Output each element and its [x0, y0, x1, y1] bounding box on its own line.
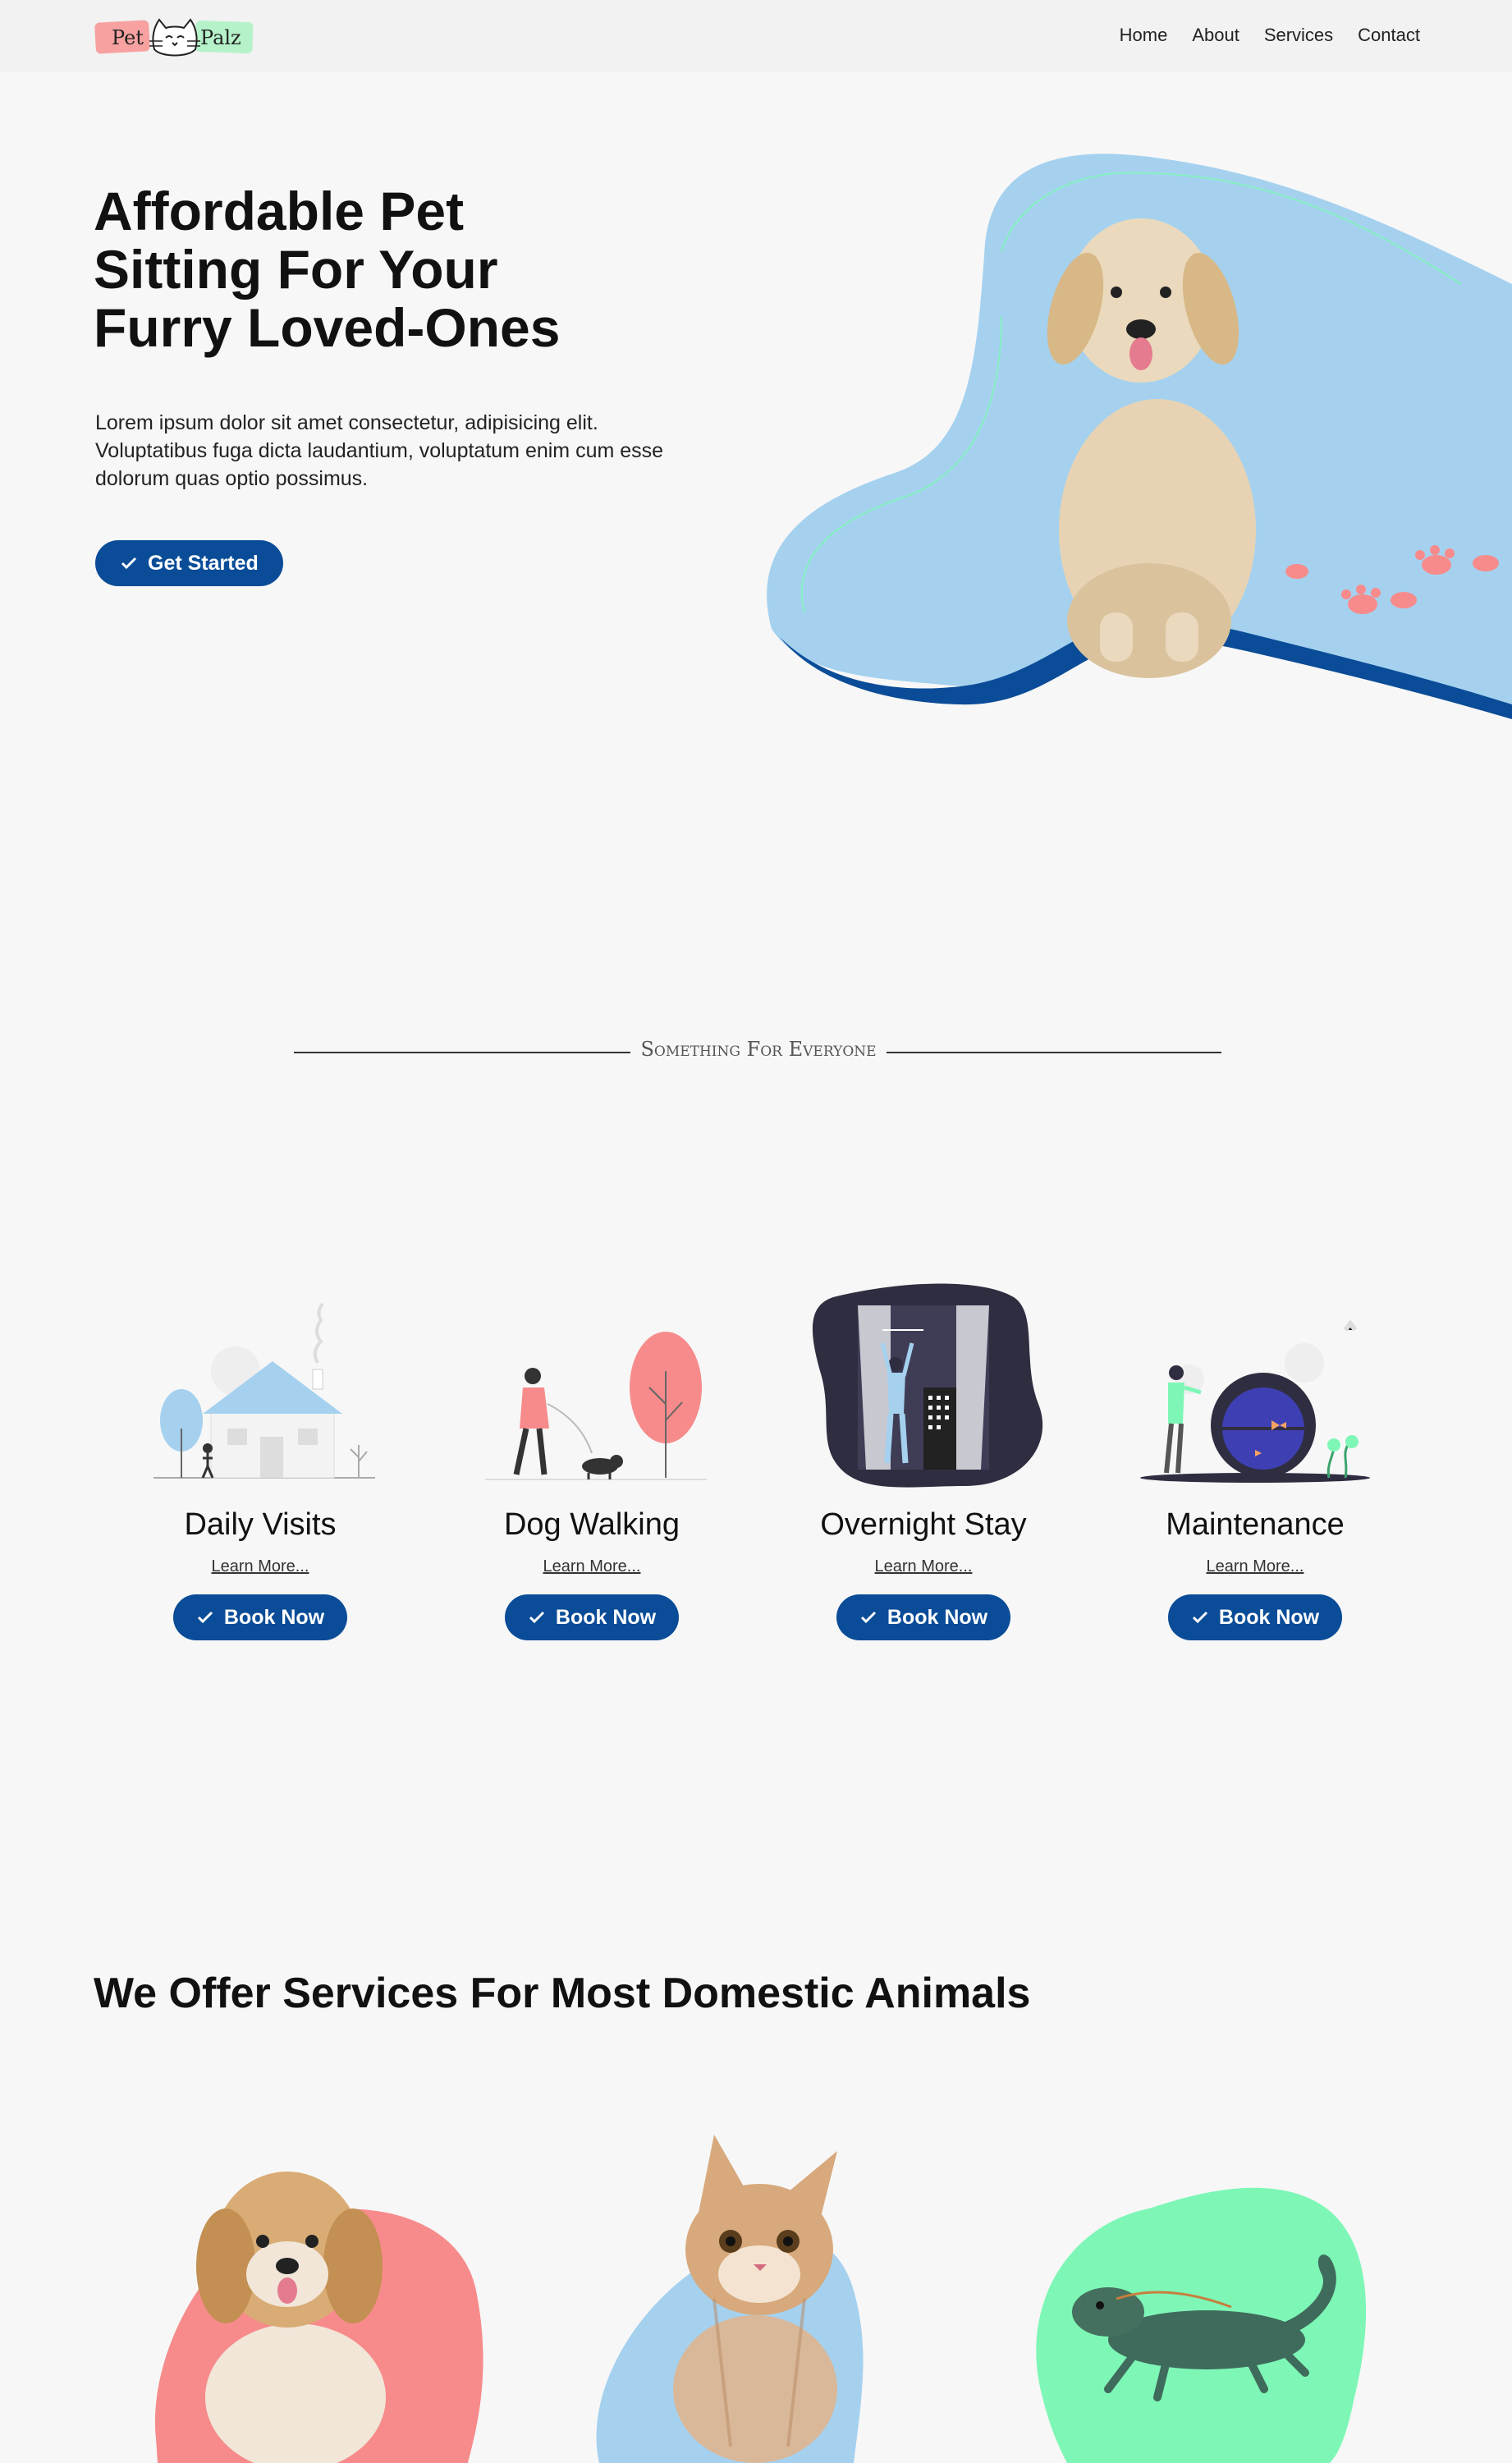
house-illustration [153, 1302, 375, 1479]
logo-text-right: Palz [200, 26, 241, 49]
service-name: Maintenance [1166, 1507, 1345, 1542]
hero-description: Lorem ipsum dolor sit amet consectetur, … [95, 411, 664, 490]
main-nav: Home About Services Contact [1120, 25, 1420, 46]
animals-section-title: We Offer Services For Most Domestic Anim… [94, 1970, 1031, 2017]
book-now-button[interactable]: Book Now [504, 1594, 680, 1640]
learn-more-link[interactable]: Learn More... [1120, 1557, 1391, 1576]
checkmark-icon [860, 1611, 876, 1624]
service-name: Overnight Stay [820, 1507, 1027, 1542]
hero-title-line-3: Furry Loved-Ones [94, 297, 561, 358]
checkmark-icon [121, 557, 137, 570]
nav-home[interactable]: Home [1120, 25, 1168, 46]
service-card-maintenance: Maintenance Learn More... Book Now [1120, 1281, 1391, 1640]
hero-title-line-2: Sitting For Your [94, 239, 498, 300]
service-card-daily-visits: Daily Visits Learn More... Book Now [125, 1281, 396, 1640]
service-card-overnight-stay: Overnight Stay Learn More... Book Now [788, 1281, 1059, 1640]
book-now-button[interactable]: Book Now [836, 1594, 1011, 1640]
book-now-label: Book Now [555, 1605, 657, 1629]
nav-services[interactable]: Services [1264, 25, 1333, 46]
night-window-illustration [812, 1283, 1043, 1488]
learn-more-link[interactable]: Learn More... [788, 1557, 1059, 1576]
checkmark-icon [197, 1611, 213, 1624]
book-now-button[interactable]: Book Now [172, 1594, 348, 1640]
service-name: Dog Walking [503, 1507, 680, 1542]
learn-more-link[interactable]: Learn More... [456, 1557, 727, 1576]
checkmark-icon [529, 1611, 544, 1624]
logo-text-left: Pet [112, 26, 144, 49]
dog-walking-illustration [485, 1332, 707, 1480]
service-name: Daily Visits [184, 1507, 337, 1542]
hero-title-line-1: Affordable Pet [94, 181, 465, 241]
section-divider-label: Something For Everyone [640, 1038, 877, 1061]
fishbowl-illustration [1140, 1319, 1370, 1483]
hero-title: Affordable Pet Sitting For Your Furry Lo… [94, 182, 717, 357]
learn-more-link[interactable]: Learn More... [125, 1557, 396, 1576]
checkmark-icon [1192, 1611, 1207, 1624]
book-now-label: Book Now [223, 1605, 325, 1629]
get-started-label: Get Started [148, 551, 259, 575]
pet-palz-logo[interactable]: Pet Palz [92, 11, 259, 61]
site-header: Pet Palz Home About Services Contact [0, 0, 1512, 72]
book-now-label: Book Now [1218, 1605, 1320, 1629]
hero-dog-illustration [767, 154, 1512, 719]
divider-line-right [887, 1052, 1221, 1053]
book-now-button[interactable]: Book Now [1167, 1594, 1343, 1640]
divider-line-left [294, 1052, 630, 1053]
kitten-image [596, 2135, 864, 2463]
lizard-image [1036, 2187, 1367, 2463]
get-started-button[interactable]: Get Started [95, 540, 283, 586]
nav-contact[interactable]: Contact [1358, 25, 1420, 46]
cat-face-icon [149, 18, 200, 57]
book-now-label: Book Now [887, 1605, 988, 1629]
puppy-image [154, 2172, 483, 2463]
nav-about[interactable]: About [1192, 25, 1239, 46]
service-card-dog-walking: Dog Walking Learn More... Book Now [456, 1281, 727, 1640]
